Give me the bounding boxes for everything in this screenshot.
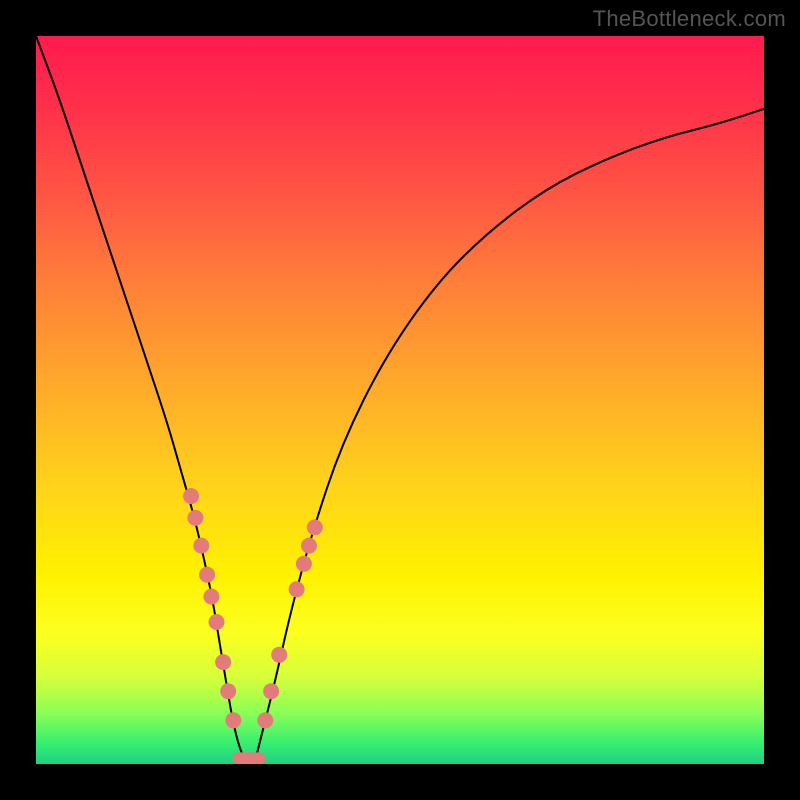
data-marker xyxy=(296,556,312,572)
data-marker xyxy=(225,712,241,728)
data-marker xyxy=(193,538,209,554)
bottleneck-curve xyxy=(36,36,764,764)
data-marker xyxy=(263,683,279,699)
data-marker xyxy=(271,647,287,663)
chart-overlay xyxy=(36,36,764,764)
data-marker xyxy=(289,581,305,597)
data-marker xyxy=(199,567,215,583)
data-marker xyxy=(209,614,225,630)
data-marker xyxy=(183,488,199,504)
watermark-text: TheBottleneck.com xyxy=(593,6,786,32)
data-marker xyxy=(220,683,236,699)
plot-area xyxy=(36,36,764,764)
data-marker xyxy=(203,589,219,605)
data-marker xyxy=(257,712,273,728)
data-markers xyxy=(183,488,323,728)
data-marker xyxy=(301,538,317,554)
chart-frame: TheBottleneck.com xyxy=(0,0,800,800)
data-marker xyxy=(307,519,323,535)
data-marker xyxy=(187,510,203,526)
data-marker xyxy=(215,654,231,670)
minimum-bar xyxy=(233,752,266,764)
